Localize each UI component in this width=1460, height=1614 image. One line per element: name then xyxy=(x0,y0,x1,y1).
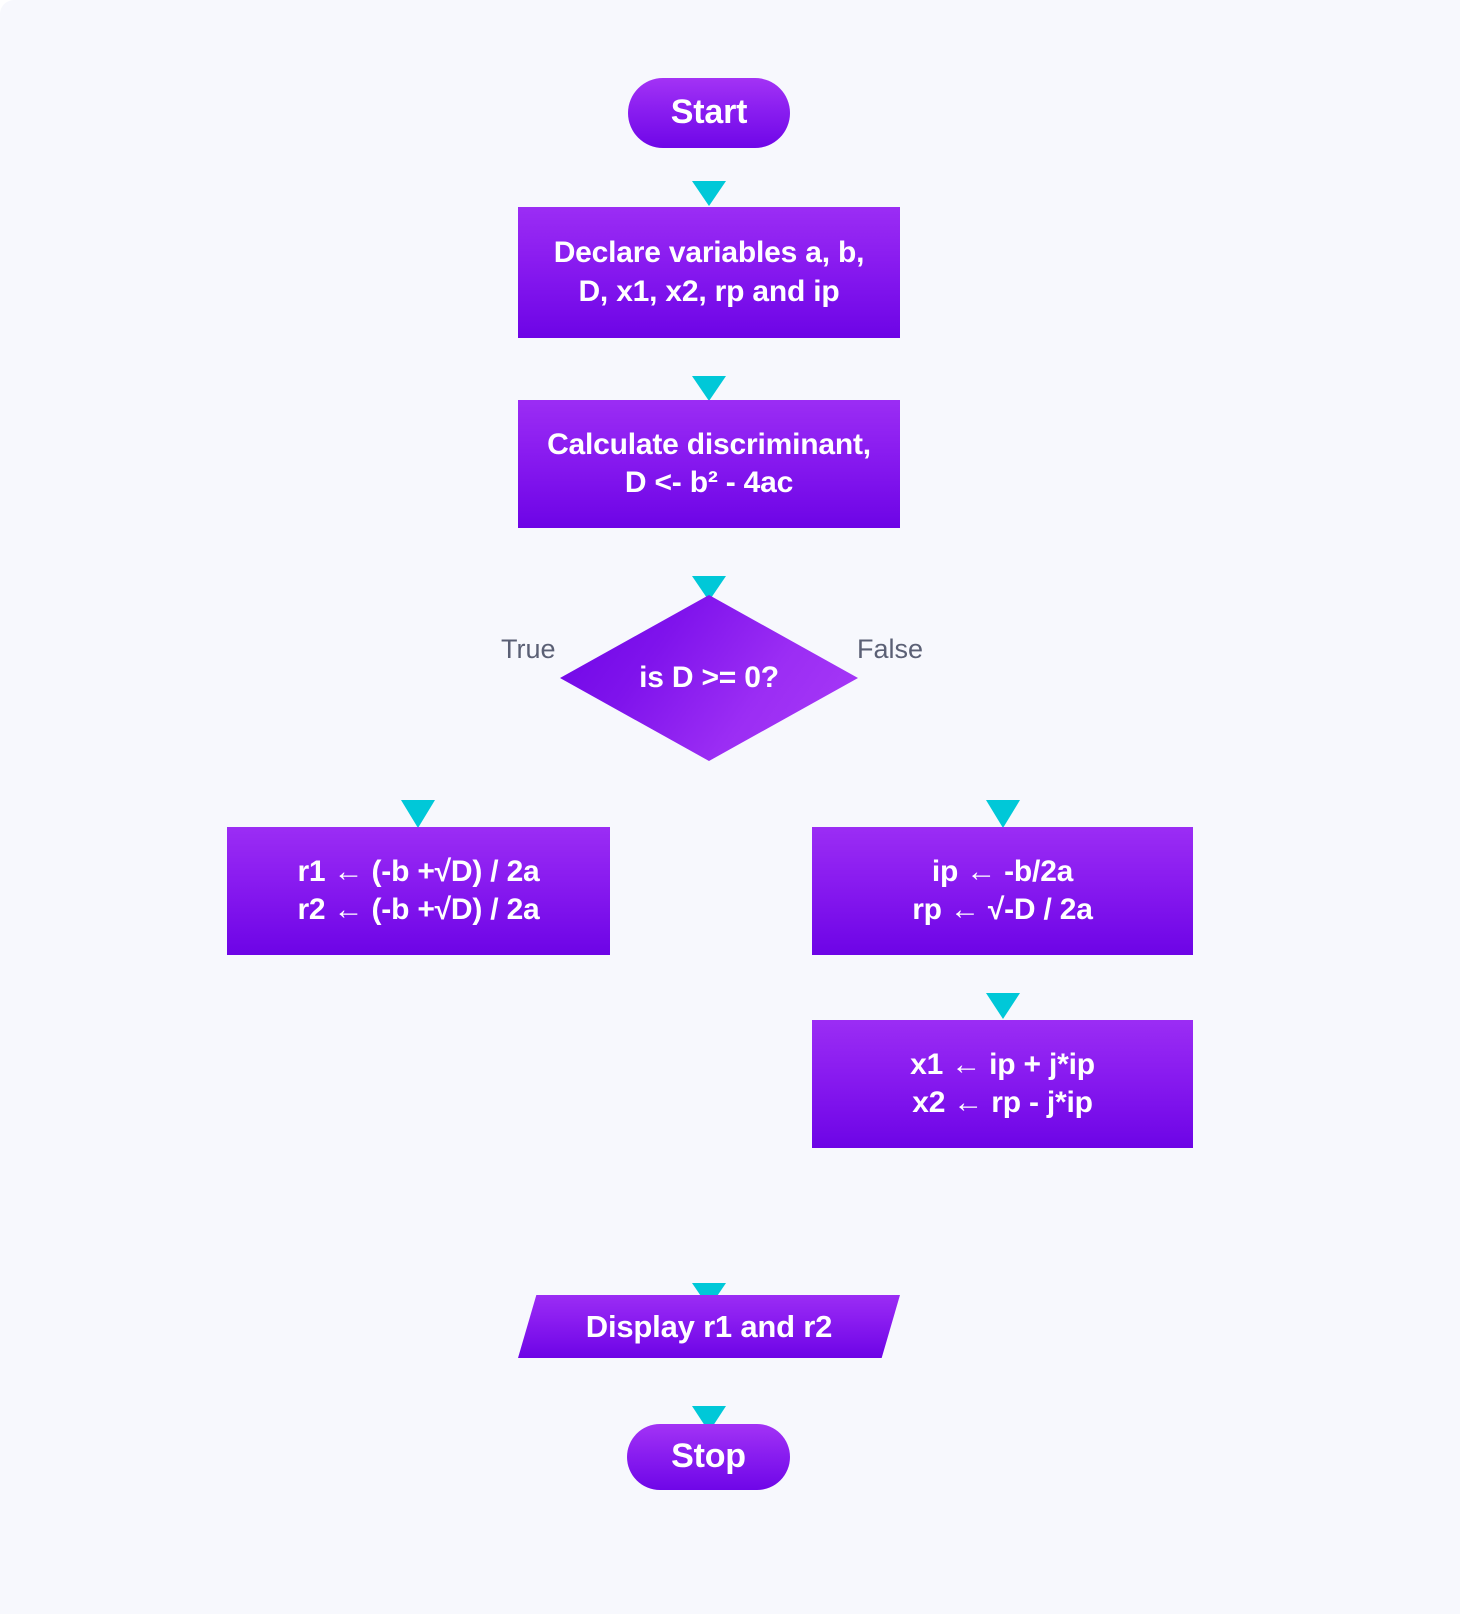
arrowhead-to-discriminant xyxy=(692,376,726,401)
node-display-results-label: Display r1 and r2 xyxy=(585,1308,833,1344)
flowchart-canvas: Start Declare variables a, b, D, x1, x2,… xyxy=(0,0,1460,1614)
node-complex-parts[interactable]: ip ← -b/2a rp ← √-D / 2a xyxy=(812,827,1193,955)
node-complex-parts-line2: rp ← √-D / 2a xyxy=(912,893,1093,926)
node-calculate-discriminant-text: Calculate discriminant, D <- b² - 4ac xyxy=(547,426,871,503)
node-complex-parts-line1: ip ← -b/2a xyxy=(931,854,1074,888)
node-real-roots-line2: r2 ← (-b +√D) / 2a xyxy=(297,893,540,926)
arrowhead-to-complex-parts xyxy=(986,800,1020,828)
node-decision-d-ge-zero[interactable]: is D >= 0? xyxy=(560,595,858,761)
node-display-results[interactable]: Display r1 and r2 xyxy=(518,1295,900,1358)
node-complex-roots-line2: x2 ← rp - j*ip xyxy=(912,1086,1093,1119)
node-complex-roots-line1: x1 ← ip + j*ip xyxy=(910,1047,1095,1081)
node-declare-variables-line1: Declare variables a, b, xyxy=(553,236,865,270)
node-calculate-discriminant-line2: D <- b² - 4ac xyxy=(624,466,794,499)
node-real-roots[interactable]: r1 ← (-b +√D) / 2a r2 ← (-b +√D) / 2a xyxy=(227,827,610,955)
node-decision-label: is D >= 0? xyxy=(639,661,779,694)
node-declare-variables-text: Declare variables a, b, D, x1, x2, rp an… xyxy=(554,234,865,311)
node-start[interactable]: Start xyxy=(628,78,790,148)
node-real-roots-text: r1 ← (-b +√D) / 2a r2 ← (-b +√D) / 2a xyxy=(297,853,539,930)
branch-label-true: True xyxy=(501,634,556,664)
node-real-roots-line1: r1 ← (-b +√D) / 2a xyxy=(297,854,540,888)
node-stop[interactable]: Stop xyxy=(627,1424,790,1490)
arrowhead-to-real-roots xyxy=(401,800,435,828)
node-complex-parts-text: ip ← -b/2a rp ← √-D / 2a xyxy=(912,853,1093,930)
node-stop-label: Stop xyxy=(671,1437,746,1476)
node-calculate-discriminant-line1: Calculate discriminant, xyxy=(547,427,871,461)
arrowhead-to-declare xyxy=(692,181,726,206)
node-declare-variables[interactable]: Declare variables a, b, D, x1, x2, rp an… xyxy=(518,207,900,338)
node-start-label: Start xyxy=(670,93,748,132)
node-complex-roots-text: x1 ← ip + j*ip x2 ← rp - j*ip xyxy=(910,1046,1095,1123)
arrowhead-to-complex-roots xyxy=(986,993,1020,1019)
node-calculate-discriminant[interactable]: Calculate discriminant, D <- b² - 4ac xyxy=(518,400,900,528)
branch-label-false: False xyxy=(857,634,924,664)
node-complex-roots[interactable]: x1 ← ip + j*ip x2 ← rp - j*ip xyxy=(812,1020,1193,1148)
node-declare-variables-line2: D, x1, x2, rp and ip xyxy=(578,274,840,308)
